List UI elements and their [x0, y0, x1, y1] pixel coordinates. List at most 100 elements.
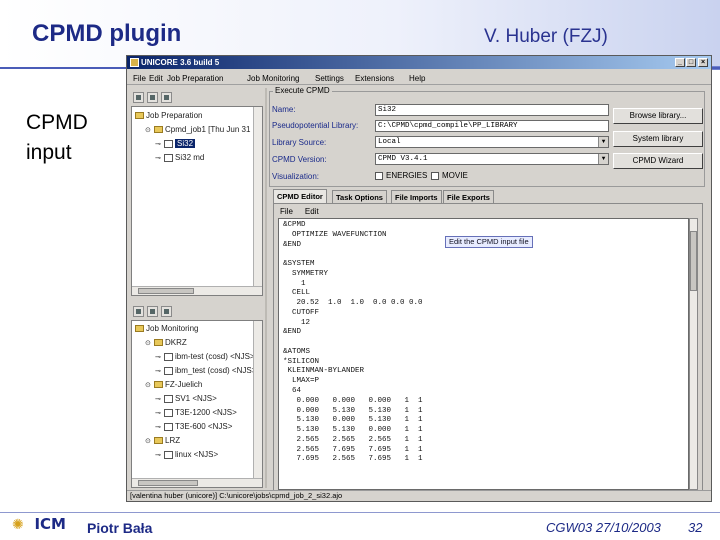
editor-line: 0.000 5.130 5.130 1 1 — [283, 406, 423, 415]
tree-item-label: T3E-600 <NJS> — [175, 422, 233, 431]
expand-icon[interactable]: ⊙ — [145, 339, 152, 347]
pseudopotential-field[interactable]: C:\CPMD\cpmd_compile\PP_LIBRARY — [375, 120, 609, 132]
tree-item[interactable]: ⊸ T3E-600 <NJS> — [155, 422, 232, 431]
tree-item[interactable]: ⊸ Si32 md — [155, 153, 204, 162]
checkbox-box[interactable] — [375, 171, 383, 180]
expand-icon[interactable]: ⊙ — [145, 126, 152, 134]
job-monitoring-tree[interactable]: Job Monitoring ⊙ DKRZ ⊸ ibm-test (cosd) <NJS… — [131, 320, 263, 488]
job-preparation-tree[interactable]: Job Preparation ⊙ Cpmd_job1 [Thu Jun 31 ⊸ Si… — [131, 106, 263, 296]
editor-line: &END — [283, 240, 302, 249]
menu-settings[interactable]: Settings — [315, 74, 344, 83]
job-trash-icon[interactable] — [161, 306, 172, 317]
properties-icon[interactable] — [147, 92, 158, 103]
editor-line: *SILICON — [283, 357, 320, 366]
maximize-icon[interactable]: □ — [686, 58, 696, 67]
editor-scrollbar[interactable] — [689, 218, 698, 490]
tree-root-label: Job Preparation — [146, 111, 203, 120]
editor-line: 64 — [283, 387, 302, 396]
execute-cpmd-title: Execute CPMD — [273, 86, 332, 95]
editor-line: CUTOFF — [283, 308, 320, 317]
page-number: 32 — [688, 520, 703, 535]
cpmd-version-select[interactable]: CPMD V3.4.1 ▼ — [375, 153, 609, 165]
chevron-down-icon[interactable]: ▼ — [598, 137, 608, 147]
menu-help[interactable]: Help — [409, 74, 425, 83]
energies-checkbox[interactable]: ENERGIES — [375, 171, 427, 180]
tab-cpmd-editor[interactable]: CPMD Editor — [273, 189, 327, 203]
tree-item-label: ibm-test (cosd) <NJS> — [175, 352, 255, 361]
tree-item[interactable]: ⊸ Si32 — [155, 139, 196, 148]
tree-item-label: Cpmd_job1 [Thu Jun 31 — [165, 125, 251, 134]
prep-scrollbar-vertical[interactable] — [253, 107, 262, 288]
editor-line: 0.000 0.000 0.000 1 1 — [283, 396, 423, 405]
icm-logo: ✺ ICM — [12, 517, 66, 535]
window-titlebar[interactable]: UNICORE 3.6 build 5 _ □ × — [127, 56, 711, 69]
editor-line: 2.565 7.695 7.695 1 1 — [283, 445, 423, 454]
editor-line: 20.52 1.0 1.0 0.0 0.0 0.0 — [283, 299, 423, 308]
expand-icon[interactable]: ⊙ — [145, 381, 152, 389]
movie-label: MOVIE — [442, 171, 468, 180]
tree-item[interactable]: ⊙ LRZ — [145, 436, 180, 445]
browse-library-button[interactable]: Browse library... — [613, 108, 703, 124]
job-properties-icon[interactable] — [147, 306, 158, 317]
name-field[interactable]: Si32 — [375, 104, 609, 116]
tab-task-options[interactable]: Task Options — [332, 190, 387, 203]
menu-file[interactable]: File — [133, 74, 146, 83]
editor-menu-file[interactable]: File — [280, 207, 293, 216]
minimize-icon[interactable]: _ — [675, 58, 685, 67]
tree-item[interactable]: ⊸ ibm-test (cosd) <NJS> — [155, 352, 255, 361]
trash-icon[interactable] — [161, 92, 172, 103]
editor-line: KLEINMAN-BYLANDER — [283, 367, 365, 376]
mon-scrollbar-vertical[interactable] — [253, 321, 262, 480]
cpmd-version-value: CPMD V3.4.1 — [378, 155, 428, 163]
tab-file-exports[interactable]: File Exports — [443, 190, 494, 203]
refresh-icon[interactable] — [133, 92, 144, 103]
tree-item[interactable]: ⊙ DKRZ — [145, 338, 187, 347]
folder-icon — [154, 126, 163, 134]
chevron-down-icon[interactable]: ▼ — [598, 154, 608, 164]
status-bar: [valentina huber (unicore)] C:\unicore\j… — [127, 490, 711, 501]
tree-item-label: SV1 <NJS> — [175, 394, 217, 403]
menu-job-preparation[interactable]: Job Preparation — [167, 74, 223, 83]
prep-scrollbar-horizontal[interactable] — [132, 286, 262, 295]
tree-item[interactable]: ⊸ linux <NJS> — [155, 450, 218, 459]
cpmd-editor-panel: File Edit &CPMD OPTIMIZE WAVEFUNCTION &END… — [273, 203, 703, 491]
expand-icon[interactable]: ⊙ — [145, 437, 152, 445]
tree-item[interactable]: ⊙ FZ-Juelich — [145, 380, 202, 389]
leaf-connector-icon: ⊸ — [155, 452, 161, 459]
tree-item[interactable]: ⊸ SV1 <NJS> — [155, 394, 217, 403]
tree-root[interactable]: Job Preparation — [135, 111, 202, 120]
system-library-button[interactable]: System library — [613, 131, 703, 147]
tab-file-imports[interactable]: File Imports — [391, 190, 442, 203]
library-source-select[interactable]: Local ▼ — [375, 136, 609, 148]
app-icon — [130, 58, 139, 67]
editor-menu-edit[interactable]: Edit — [305, 207, 319, 216]
side-caption: CPMD input — [26, 108, 116, 168]
tree-item[interactable]: ⊙ Cpmd_job1 [Thu Jun 31 — [145, 125, 250, 134]
close-icon[interactable]: × — [698, 58, 708, 67]
tree-root[interactable]: Job Monitoring — [135, 324, 198, 333]
emblem-icon: ✺ — [12, 516, 24, 532]
cpmd-wizard-button[interactable]: CPMD Wizard — [613, 153, 703, 169]
file-icon — [164, 450, 173, 459]
tree-item[interactable]: ⊸ T3E-1200 <NJS> — [155, 408, 237, 417]
pane-splitter[interactable] — [265, 88, 267, 488]
menu-job-monitoring[interactable]: Job Monitoring — [247, 74, 299, 83]
movie-checkbox[interactable]: MOVIE — [431, 171, 468, 180]
menu-extensions[interactable]: Extensions — [355, 74, 394, 83]
tree-root-label: Job Monitoring — [146, 324, 199, 333]
slide-author: V. Huber (FZJ) — [484, 26, 608, 47]
mon-scrollbar-horizontal[interactable] — [132, 478, 262, 487]
cpmd-input-editor[interactable]: &CPMD OPTIMIZE WAVEFUNCTION &END &SYSTEM S… — [278, 218, 689, 490]
job-refresh-icon[interactable] — [133, 306, 144, 317]
tree-item[interactable]: ⊸ ibm_test (cosd) <NJS> — [155, 366, 256, 375]
menu-edit[interactable]: Edit — [149, 74, 163, 83]
folder-icon — [135, 325, 144, 333]
file-icon — [164, 394, 173, 403]
leaf-connector-icon: ⊸ — [155, 424, 161, 431]
checkbox-box[interactable] — [431, 171, 439, 180]
leaf-connector-icon: ⊸ — [155, 396, 161, 403]
tree-item-label: linux <NJS> — [175, 450, 219, 459]
leaf-connector-icon: ⊸ — [155, 141, 161, 148]
